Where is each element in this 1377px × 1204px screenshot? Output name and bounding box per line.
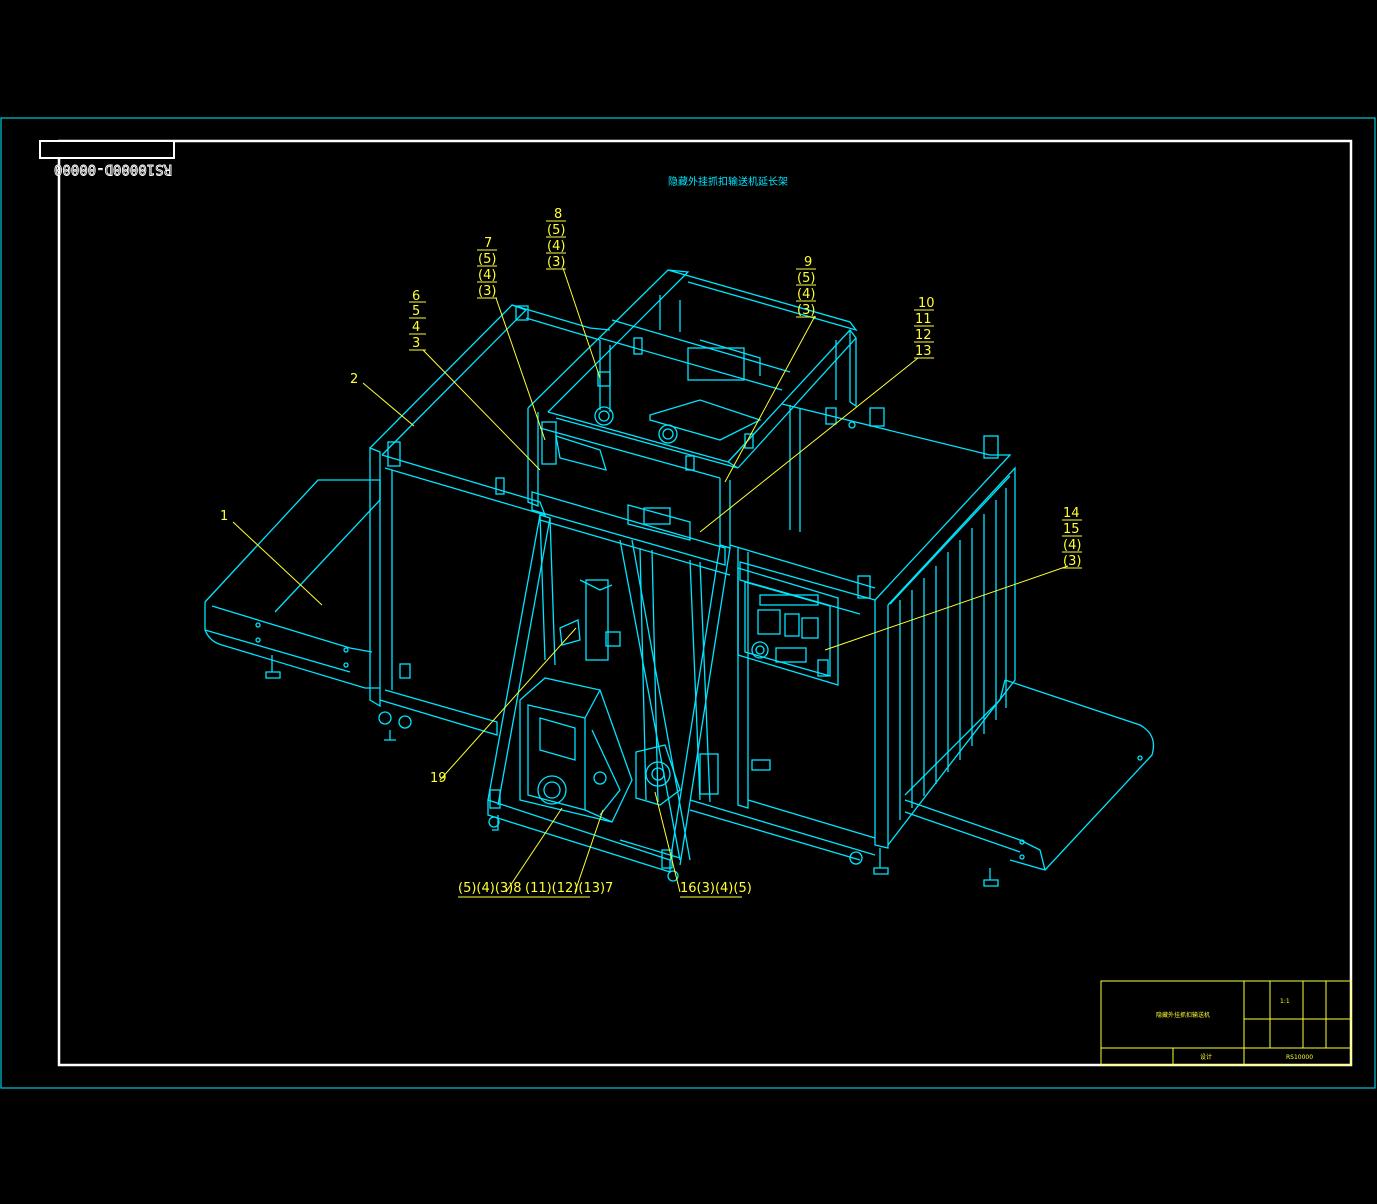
callout-stack-8: 8 (5) (4) (3) (546, 207, 566, 270)
svg-text:(4): (4) (797, 287, 815, 302)
callout-stack-6: 6 5 4 3 (409, 289, 426, 351)
motor-unit (635, 744, 719, 806)
title-block-cell-b: 设计 (1200, 1053, 1212, 1061)
bottom-rails (619, 799, 876, 861)
svg-text:(4): (4) (1063, 538, 1081, 553)
callout-bottom-2: (11)(12)(13)7 (525, 881, 613, 896)
callout-19: 19 (430, 771, 447, 786)
svg-text:7: 7 (484, 236, 492, 251)
callout-bottom-1: (5)(4)(3)8 (458, 881, 522, 896)
callout-stack-9: 9 (5) (4) (3) (796, 255, 816, 318)
callout-bottom-3: 16(3)(4)(5) (680, 881, 752, 896)
outer-frame (0, 117, 1376, 1089)
svg-text:(3): (3) (1063, 554, 1081, 569)
callout-stack-14: 14 15 (4) (3) (1062, 506, 1082, 569)
svg-text:(5): (5) (478, 252, 496, 267)
svg-text:(5): (5) (797, 271, 815, 286)
svg-text:11: 11 (915, 312, 932, 327)
svg-text:(4): (4) (478, 268, 496, 283)
callout-2: 2 (350, 372, 358, 387)
inner-border (57, 139, 1353, 1067)
svg-text:10: 10 (918, 296, 935, 311)
drawing-title: 隐藏外挂抓扣输送机延长架 (668, 175, 788, 188)
title-block: 隐藏外挂抓扣输送机 1:1 设计 RS10000 (1100, 980, 1352, 1066)
title-block-name: 隐藏外挂抓扣输送机 (1156, 1011, 1210, 1019)
svg-text:(4): (4) (547, 239, 565, 254)
right-conveyor (904, 679, 1155, 887)
callout-stack-10: 10 11 12 13 (914, 296, 935, 359)
title-block-cell-a: 1:1 (1280, 998, 1290, 1005)
svg-text:14: 14 (1063, 506, 1080, 521)
svg-text:(3): (3) (547, 255, 565, 270)
left-conveyor (204, 479, 381, 689)
svg-text:(5): (5) (547, 223, 565, 238)
cad-drawing: RS10000D-00000 隐藏外挂抓扣输送机延长架 1 2 6 5 4 3 … (0, 117, 1376, 1089)
svg-text:15: 15 (1063, 522, 1080, 537)
svg-text:3: 3 (412, 336, 420, 351)
svg-text:9: 9 (804, 255, 812, 270)
svg-text:(3): (3) (797, 303, 815, 318)
drive-box (519, 677, 633, 823)
machine-assembly (204, 269, 1155, 887)
svg-text:13: 13 (915, 344, 932, 359)
callout-1: 1 (220, 509, 228, 524)
svg-text:(3): (3) (478, 284, 496, 299)
svg-text:5: 5 (412, 304, 420, 319)
svg-text:12: 12 (915, 328, 932, 343)
drawing-number: RS10000D-00000 (54, 161, 172, 177)
svg-text:8: 8 (554, 207, 562, 222)
callout-stack-7: 7 (5) (4) (3) (477, 236, 497, 299)
svg-text:4: 4 (412, 320, 420, 335)
drawing-number-box: RS10000D-00000 (39, 140, 175, 177)
title-block-cell-c: RS10000 (1286, 1054, 1313, 1061)
